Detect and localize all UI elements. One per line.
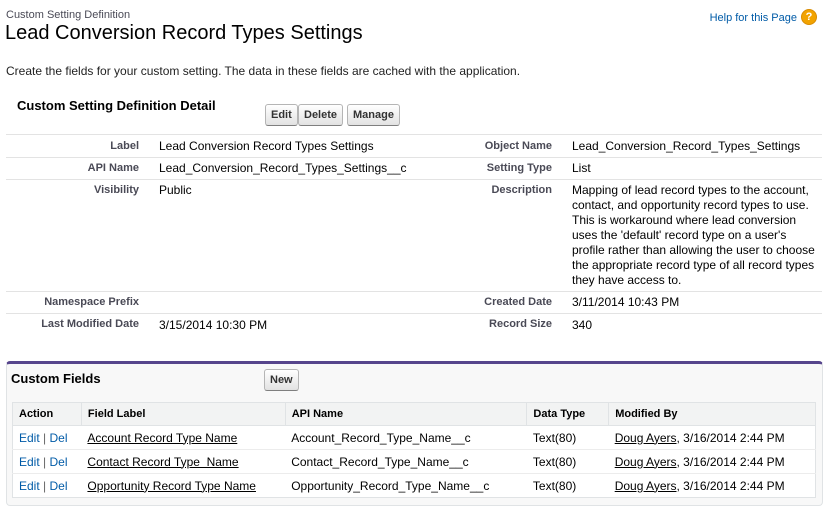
last-modified-label: Last Modified Date bbox=[41, 318, 139, 330]
manage-button[interactable]: Manage bbox=[347, 104, 400, 126]
visibility-label: Visibility bbox=[93, 184, 139, 196]
column-modified-by[interactable]: Modified By bbox=[608, 402, 816, 426]
divider bbox=[6, 313, 822, 314]
field-label-link[interactable]: Account Record Type Name bbox=[87, 431, 237, 445]
field-label-cell: Account Record Type Name bbox=[81, 425, 286, 450]
created-date-value: 3/11/2014 10:43 PM bbox=[572, 295, 680, 309]
modified-by-user-link[interactable]: Doug Ayers bbox=[615, 431, 677, 445]
modified-by-user-link[interactable]: Doug Ayers bbox=[615, 479, 677, 493]
custom-fields-table: Action Field Label API Name Data Type Mo… bbox=[12, 402, 816, 498]
description-value: Mapping of lead record types to the acco… bbox=[572, 183, 815, 287]
action-cell: Edit | Del bbox=[12, 425, 82, 450]
edit-link[interactable]: Edit bbox=[19, 479, 40, 493]
intro-text: Create the fields for your custom settin… bbox=[6, 64, 521, 78]
column-field-label[interactable]: Field Label bbox=[80, 402, 286, 426]
api-name-cell: Account_Record_Type_Name__c bbox=[285, 425, 527, 450]
help-link[interactable]: Help for this Page bbox=[710, 12, 797, 24]
last-modified-value: 3/15/2014 10:30 PM bbox=[159, 318, 268, 332]
help-icon[interactable]: ? bbox=[801, 9, 817, 25]
data-type-cell: Text(80) bbox=[532, 478, 577, 493]
object-name-value: Lead_Conversion_Record_Types_Settings bbox=[572, 139, 801, 153]
delete-button[interactable]: Delete bbox=[298, 104, 344, 126]
table-row: Edit | Del Opportunity Record Type Name … bbox=[13, 474, 816, 498]
data-type-cell: Text(80) bbox=[526, 449, 609, 474]
column-api-name[interactable]: API Name bbox=[284, 402, 527, 426]
edit-link[interactable]: Edit bbox=[19, 455, 40, 469]
modified-by-user-link[interactable]: Doug Ayers bbox=[615, 455, 677, 469]
page-title: Lead Conversion Record Types Settings bbox=[5, 22, 363, 44]
delete-link[interactable]: Del bbox=[50, 455, 68, 469]
setting-type-value: List bbox=[572, 161, 591, 175]
modified-by-cell: Doug Ayers, 3/16/2014 2:44 PM bbox=[609, 474, 816, 498]
action-cell: Edit | Del bbox=[13, 474, 82, 498]
divider bbox=[6, 291, 822, 292]
setting-type-label: Setting Type bbox=[486, 162, 552, 174]
new-field-button[interactable]: New bbox=[264, 369, 299, 391]
table-row: Edit | Del Contact Record Type Name Cont… bbox=[12, 449, 816, 474]
description-label: Description bbox=[491, 184, 552, 196]
record-size-value: 340 bbox=[572, 318, 593, 332]
label-field-label: Label bbox=[110, 140, 139, 152]
detail-section-heading: Custom Setting Definition Detail bbox=[17, 98, 216, 113]
modified-by-cell: Doug Ayers, 3/16/2014 2:44 PM bbox=[608, 425, 816, 450]
data-type-cell: Text(80) bbox=[526, 425, 609, 450]
action-separator: | bbox=[43, 454, 47, 469]
object-name-label: Object Name bbox=[484, 140, 552, 152]
column-data-type[interactable]: Data Type bbox=[526, 402, 609, 426]
edit-button[interactable]: Edit bbox=[265, 104, 298, 126]
modified-date: , 3/16/2014 2:44 PM bbox=[676, 454, 785, 469]
divider bbox=[6, 134, 822, 135]
edit-link[interactable]: Edit bbox=[19, 431, 40, 445]
divider bbox=[6, 157, 822, 158]
table-header-row: Action Field Label API Name Data Type Mo… bbox=[12, 402, 816, 426]
custom-fields-heading: Custom Fields bbox=[11, 371, 101, 386]
field-label-cell: Contact Record Type Name bbox=[81, 449, 286, 474]
api-name-label: API Name bbox=[87, 162, 139, 174]
field-label-cell: Opportunity Record Type Name bbox=[81, 474, 285, 498]
namespace-prefix-label: Namespace Prefix bbox=[44, 296, 139, 308]
delete-link[interactable]: Del bbox=[50, 431, 68, 445]
action-cell: Edit | Del bbox=[12, 449, 82, 474]
created-date-label: Created Date bbox=[484, 296, 552, 308]
api-name-cell: Opportunity_Record_Type_Name__c bbox=[291, 478, 490, 493]
record-size-label: Record Size bbox=[489, 318, 552, 330]
modified-date: , 3/16/2014 2:44 PM bbox=[676, 478, 785, 493]
delete-link[interactable]: Del bbox=[50, 479, 68, 493]
table-row: Edit | Del Account Record Type Name Acco… bbox=[12, 425, 816, 450]
modified-date: , 3/16/2014 2:44 PM bbox=[676, 430, 785, 445]
modified-by-cell: Doug Ayers, 3/16/2014 2:44 PM bbox=[608, 449, 816, 474]
field-label-link[interactable]: Contact Record Type Name bbox=[87, 455, 238, 469]
api-name-cell: Contact_Record_Type_Name__c bbox=[285, 449, 527, 474]
api-name-value: Lead_Conversion_Record_Types_Settings__c bbox=[159, 161, 407, 175]
visibility-value: Public bbox=[159, 183, 192, 197]
breadcrumb: Custom Setting Definition bbox=[6, 9, 131, 21]
action-separator: | bbox=[43, 478, 47, 493]
column-action: Action bbox=[12, 402, 82, 426]
action-separator: | bbox=[43, 430, 47, 445]
field-label-link[interactable]: Opportunity Record Type Name bbox=[87, 479, 256, 493]
divider bbox=[6, 179, 822, 180]
label-field-value: Lead Conversion Record Types Settings bbox=[159, 139, 374, 153]
